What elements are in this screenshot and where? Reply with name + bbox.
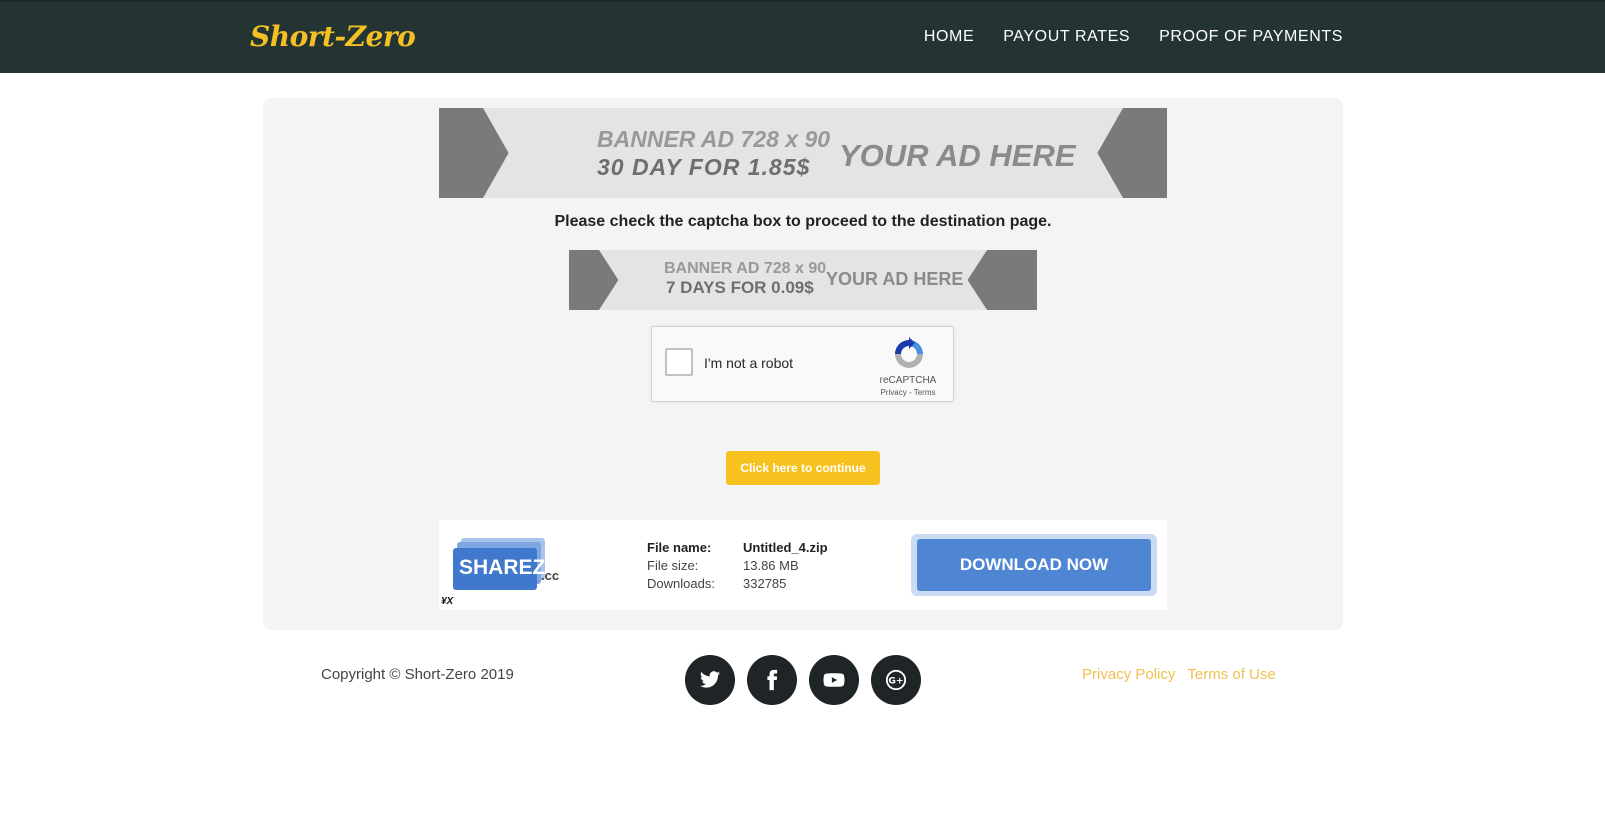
file-info: File name: Untitled_4.zip File size: 13.… [647, 539, 828, 593]
facebook-icon [767, 669, 778, 691]
ad-corner-mark: ¥X [441, 596, 454, 607]
download-button-frame: DOWNLOAD NOW [911, 534, 1157, 596]
sharez-logo-suffix: .cc [541, 568, 560, 583]
recaptcha-brand: reCAPTCHA [879, 375, 937, 386]
twitter-icon [699, 671, 721, 688]
terms-of-use-link[interactable]: Terms of Use [1187, 666, 1275, 683]
copyright-text: Copyright © Short-Zero 2019 [321, 666, 514, 683]
nav-proof-of-payments[interactable]: PROOF OF PAYMENTS [1159, 28, 1343, 46]
banner-ad-cta: YOUR AD HERE [826, 269, 964, 289]
banner-ad-cta: YOUR AD HERE [839, 138, 1076, 173]
recaptcha-label: I'm not a robot [704, 355, 794, 371]
youtube-button[interactable] [809, 655, 859, 705]
sharez-logo-text: SHAREZ [459, 556, 546, 579]
svg-text:G+: G+ [888, 676, 903, 687]
social-links: G+ [685, 655, 921, 705]
nav-home[interactable]: HOME [924, 28, 974, 46]
banner-ad-top[interactable]: BANNER AD 728 x 90 30 DAY FOR 1.85$ YOUR… [439, 108, 1167, 198]
recaptcha-logo-icon [895, 337, 923, 368]
google-plus-button[interactable]: G+ [871, 655, 921, 705]
banner-ad-price: 7 DAYS FOR 0.09$ [666, 278, 814, 297]
captcha-instruction: Please check the captcha box to proceed … [554, 213, 1052, 230]
main-nav: HOME PAYOUT RATES PROOF OF PAYMENTS [924, 28, 1343, 46]
banner-ad-middle[interactable]: BANNER AD 728 x 90 7 DAYS FOR 0.09$ YOUR… [569, 250, 1037, 310]
file-info-row: File size: 13.86 MB [647, 558, 799, 573]
file-info-row: Downloads: 332785 [647, 576, 787, 591]
site-logo[interactable]: Short-Zero [250, 20, 416, 53]
youtube-icon [823, 673, 845, 687]
download-now-button[interactable]: DOWNLOAD NOW [917, 539, 1151, 591]
google-plus-icon: G+ [885, 669, 907, 691]
banner-ad-price: 30 DAY FOR 1.85$ [597, 154, 811, 180]
continue-button[interactable]: Click here to continue [726, 451, 880, 485]
recaptcha-checkbox[interactable] [665, 348, 693, 376]
banner-ad-size: BANNER AD 728 x 90 [597, 126, 831, 152]
footer-links: Privacy Policy Terms of Use [1082, 666, 1276, 683]
privacy-policy-link[interactable]: Privacy Policy [1082, 666, 1175, 683]
banner-ad-size: BANNER AD 728 x 90 [664, 260, 827, 277]
facebook-button[interactable] [747, 655, 797, 705]
twitter-button[interactable] [685, 655, 735, 705]
nav-payout-rates[interactable]: PAYOUT RATES [1003, 28, 1130, 46]
file-info-row: File name: Untitled_4.zip [647, 540, 828, 555]
recaptcha-links[interactable]: Privacy - Terms [873, 388, 943, 397]
top-navbar: Short-Zero HOME PAYOUT RATES PROOF OF PA… [0, 0, 1605, 73]
recaptcha-widget: I'm not a robot reCAPTCHA Privacy - Term… [651, 326, 954, 402]
file-download-ad[interactable]: SHAREZ .cc ¥X File name: Untitled_4.zip … [439, 520, 1167, 610]
